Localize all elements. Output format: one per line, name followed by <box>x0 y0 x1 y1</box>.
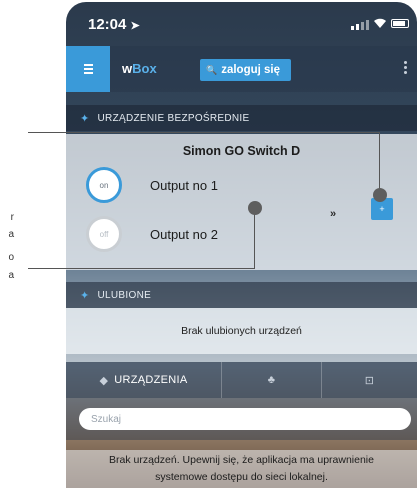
tab-network[interactable]: ♣ <box>221 362 322 398</box>
search-input[interactable] <box>79 408 411 430</box>
device-card: Simon GO Switch D on Output no 1 off Out… <box>66 134 417 270</box>
output-2-toggle[interactable]: off <box>86 216 122 252</box>
hamburger-icon <box>83 64 93 74</box>
annotation-letter: a <box>8 270 14 281</box>
tab-devices[interactable]: ◆ URZĄDZENIA <box>66 362 221 398</box>
output-2-state: off <box>99 229 109 239</box>
menu-button[interactable] <box>66 46 110 92</box>
login-button[interactable]: 🔍 zaloguj się <box>200 59 291 81</box>
battery-icon <box>391 19 409 28</box>
status-time: 12:04 ➤ <box>88 16 140 33</box>
favorites-header-label: ULUBIONE <box>97 289 152 301</box>
favorites-header: ✦ ULUBIONE <box>66 282 417 308</box>
callout-line <box>254 208 255 269</box>
phone-screen: 12:04 ➤ wBox 🔍 zaloguj się ✦ URZĄDZENIE … <box>66 2 417 488</box>
callout-dot <box>248 201 262 215</box>
output-1-toggle[interactable]: on <box>86 167 122 203</box>
cube-icon: ◆ <box>99 374 109 387</box>
wifi-icon <box>374 18 386 28</box>
output-1-state: on <box>99 180 109 190</box>
annotation-letter: o <box>8 252 14 263</box>
pin-icon: ✦ <box>80 112 90 125</box>
search-bar <box>66 398 417 440</box>
output-1-label: Output no 1 <box>150 178 218 193</box>
status-bar: 12:04 ➤ <box>66 2 417 46</box>
direct-device-header: ✦ URZĄDZENIE BEZPOŚREDNIE <box>66 105 417 131</box>
chevron-icon[interactable]: » <box>330 208 336 220</box>
callout-line <box>28 268 254 269</box>
pin-icon: ✦ <box>80 289 90 302</box>
device-name: Simon GO Switch D <box>182 144 301 158</box>
no-devices-line-1: Brak urządzeń. Upewnij się, że aplikacja… <box>109 454 374 466</box>
direct-device-header-label: URZĄDZENIE BEZPOŚREDNIE <box>97 112 250 124</box>
favorites-empty: Brak ulubionych urządzeń <box>66 308 417 354</box>
tab-bar: ◆ URZĄDZENIA ♣ ⊡ <box>66 362 417 398</box>
callout-line <box>28 132 379 133</box>
kebab-icon[interactable] <box>404 61 407 74</box>
brand-logo: wBox <box>122 61 157 76</box>
annotation-letter: r <box>10 212 14 223</box>
signal-icon <box>351 20 369 30</box>
output-2-label: Output no 2 <box>150 227 218 242</box>
no-devices-line-2: systemowe dostępu do sieci lokalnej. <box>155 471 328 483</box>
key-icon: 🔍 <box>206 64 218 75</box>
annotation-letter: a <box>8 229 14 240</box>
callout-line <box>379 132 380 194</box>
callout-dot <box>373 188 387 202</box>
network-icon: ♣ <box>267 374 276 386</box>
tab-devices-label: URZĄDZENIA <box>114 374 188 386</box>
no-devices-message: Brak urządzeń. Upewnij się, że aplikacja… <box>66 450 417 488</box>
app-bar: wBox 🔍 zaloguj się <box>66 46 417 92</box>
scenes-icon: ⊡ <box>364 374 375 387</box>
login-label: zaloguj się <box>221 64 281 76</box>
tab-scenes[interactable]: ⊡ <box>322 362 417 398</box>
